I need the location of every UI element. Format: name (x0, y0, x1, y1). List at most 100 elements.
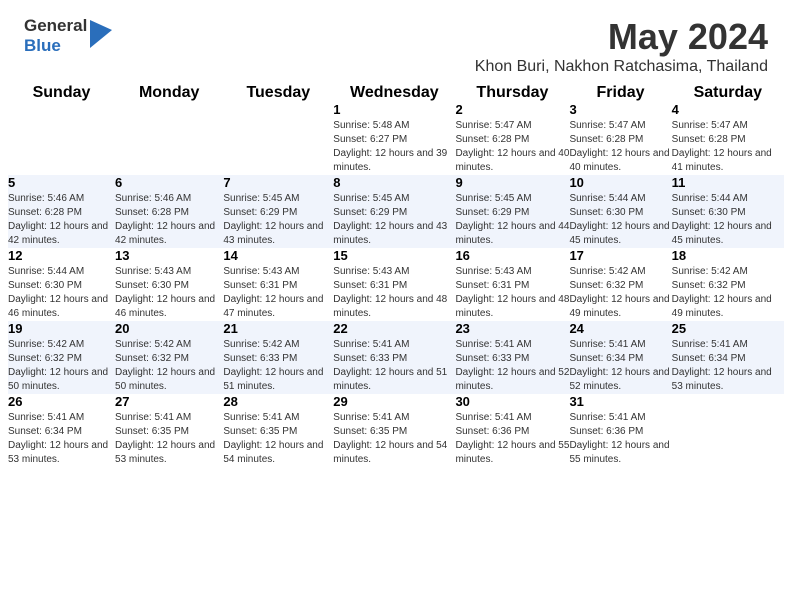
calendar-day-cell: 16 Sunrise: 5:43 AM Sunset: 6:31 PM Dayli… (455, 248, 569, 321)
day-number: 10 (569, 175, 671, 190)
col-monday: Monday (115, 84, 223, 102)
calendar-day-cell: 19 Sunrise: 5:42 AM Sunset: 6:32 PM Dayli… (8, 321, 115, 394)
calendar-day-cell: 13Sunrise: 5:43 AM Sunset: 6:30 PM Dayli… (115, 248, 223, 321)
calendar-day-cell: 1 Sunrise: 5:48 AM Sunset: 6:27 PM Daylig… (333, 102, 455, 175)
calendar-day-cell: 17 Sunrise: 5:42 AM Sunset: 6:32 PM Dayli… (569, 248, 671, 321)
day-info: Sunrise: 5:47 AM Sunset: 6:28 PM Dayligh… (455, 119, 569, 175)
day-info: Sunrise: 5:41 AM Sunset: 6:33 PM Dayligh… (333, 338, 455, 394)
day-info: Sunrise: 5:41 AM Sunset: 6:35 PM Dayligh… (333, 411, 455, 467)
day-info: Sunrise: 5:45 AM Sunset: 6:29 PM Dayligh… (223, 192, 333, 248)
calendar-day-cell (672, 394, 784, 467)
day-number: 3 (569, 102, 671, 117)
calendar-week-row: 19Sunrise: 5:42 AM Sunset: 6:32 PM Dayli… (8, 321, 784, 394)
calendar-week-row: 5Sunrise: 5:46 AM Sunset: 6:28 PM Daylig… (8, 175, 784, 248)
col-saturday: Saturday (672, 84, 784, 102)
calendar-week-row: 1 Sunrise: 5:48 AM Sunset: 6:27 PM Daylig… (8, 102, 784, 175)
calendar-table: Sunday Monday Tuesday Wednesday Thursday… (8, 84, 784, 467)
day-number: 1 (333, 102, 455, 117)
day-info: Sunrise: 5:48 AM Sunset: 6:27 PM Dayligh… (333, 119, 455, 175)
calendar-day-cell (223, 102, 333, 175)
day-info: Sunrise: 5:43 AM Sunset: 6:31 PM Dayligh… (455, 265, 569, 321)
day-number: 9 (455, 175, 569, 190)
day-number: 19 (8, 321, 115, 336)
day-info: Sunrise: 5:42 AM Sunset: 6:32 PM Dayligh… (8, 338, 115, 394)
day-info: Sunrise: 5:41 AM Sunset: 6:34 PM Dayligh… (569, 338, 671, 394)
day-number: 28 (223, 394, 333, 409)
calendar-day-cell: 21 Sunrise: 5:42 AM Sunset: 6:33 PM Dayli… (223, 321, 333, 394)
page-header: General Blue May 2024 Khon Buri, Nakhon … (0, 0, 792, 84)
calendar-day-cell: 27Sunrise: 5:41 AM Sunset: 6:35 PM Dayli… (115, 394, 223, 467)
calendar-wrapper: Sunday Monday Tuesday Wednesday Thursday… (0, 84, 792, 475)
day-info: Sunrise: 5:46 AM Sunset: 6:28 PM Dayligh… (8, 192, 115, 248)
calendar-day-cell: 11 Sunrise: 5:44 AM Sunset: 6:30 PM Dayli… (672, 175, 784, 248)
day-number: 25 (672, 321, 784, 336)
day-number: 16 (455, 248, 569, 263)
day-number: 2 (455, 102, 569, 117)
day-number: 22 (333, 321, 455, 336)
calendar-day-cell: 12 Sunrise: 5:44 AM Sunset: 6:30 PM Dayli… (8, 248, 115, 321)
calendar-day-cell: 2 Sunrise: 5:47 AM Sunset: 6:28 PM Daylig… (455, 102, 569, 175)
day-number: 18 (672, 248, 784, 263)
title-section: May 2024 Khon Buri, Nakhon Ratchasima, T… (475, 16, 768, 76)
day-number: 12 (8, 248, 115, 263)
location: Khon Buri, Nakhon Ratchasima, Thailand (475, 58, 768, 76)
day-number: 26 (8, 394, 115, 409)
calendar-day-cell: 7 Sunrise: 5:45 AM Sunset: 6:29 PM Daylig… (223, 175, 333, 248)
calendar-header-row: Sunday Monday Tuesday Wednesday Thursday… (8, 84, 784, 102)
day-info: Sunrise: 5:46 AM Sunset: 6:28 PM Dayligh… (115, 192, 223, 248)
logo-blue: Blue (24, 36, 87, 56)
calendar-day-cell: 26Sunrise: 5:41 AM Sunset: 6:34 PM Dayli… (8, 394, 115, 467)
calendar-day-cell: 6 Sunrise: 5:46 AM Sunset: 6:28 PM Daylig… (115, 175, 223, 248)
day-number: 24 (569, 321, 671, 336)
day-info: Sunrise: 5:42 AM Sunset: 6:33 PM Dayligh… (223, 338, 333, 394)
calendar-day-cell: 9 Sunrise: 5:45 AM Sunset: 6:29 PM Daylig… (455, 175, 569, 248)
day-info: Sunrise: 5:43 AM Sunset: 6:30 PM Dayligh… (115, 265, 223, 321)
day-info: Sunrise: 5:43 AM Sunset: 6:31 PM Dayligh… (223, 265, 333, 321)
logo: General Blue (24, 16, 112, 57)
calendar-day-cell: 25Sunrise: 5:41 AM Sunset: 6:34 PM Dayli… (672, 321, 784, 394)
calendar-day-cell: 15Sunrise: 5:43 AM Sunset: 6:31 PM Dayli… (333, 248, 455, 321)
calendar-day-cell (8, 102, 115, 175)
day-info: Sunrise: 5:44 AM Sunset: 6:30 PM Dayligh… (8, 265, 115, 321)
day-info: Sunrise: 5:41 AM Sunset: 6:35 PM Dayligh… (223, 411, 333, 467)
day-info: Sunrise: 5:42 AM Sunset: 6:32 PM Dayligh… (569, 265, 671, 321)
day-number: 21 (223, 321, 333, 336)
day-info: Sunrise: 5:44 AM Sunset: 6:30 PM Dayligh… (672, 192, 784, 248)
day-info: Sunrise: 5:45 AM Sunset: 6:29 PM Dayligh… (455, 192, 569, 248)
day-info: Sunrise: 5:41 AM Sunset: 6:36 PM Dayligh… (569, 411, 671, 467)
col-friday: Friday (569, 84, 671, 102)
day-number: 11 (672, 175, 784, 190)
calendar-day-cell: 22 Sunrise: 5:41 AM Sunset: 6:33 PM Dayli… (333, 321, 455, 394)
day-info: Sunrise: 5:47 AM Sunset: 6:28 PM Dayligh… (672, 119, 784, 175)
calendar-day-cell: 29 Sunrise: 5:41 AM Sunset: 6:35 PM Dayli… (333, 394, 455, 467)
calendar-day-cell: 8Sunrise: 5:45 AM Sunset: 6:29 PM Daylig… (333, 175, 455, 248)
calendar-day-cell: 20Sunrise: 5:42 AM Sunset: 6:32 PM Dayli… (115, 321, 223, 394)
day-number: 27 (115, 394, 223, 409)
day-number: 17 (569, 248, 671, 263)
day-info: Sunrise: 5:41 AM Sunset: 6:33 PM Dayligh… (455, 338, 569, 394)
calendar-day-cell: 24 Sunrise: 5:41 AM Sunset: 6:34 PM Dayli… (569, 321, 671, 394)
day-number: 30 (455, 394, 569, 409)
day-info: Sunrise: 5:43 AM Sunset: 6:31 PM Dayligh… (333, 265, 455, 321)
day-number: 6 (115, 175, 223, 190)
month-year: May 2024 (475, 16, 768, 58)
day-number: 7 (223, 175, 333, 190)
day-info: Sunrise: 5:42 AM Sunset: 6:32 PM Dayligh… (115, 338, 223, 394)
calendar-day-cell: 23Sunrise: 5:41 AM Sunset: 6:33 PM Dayli… (455, 321, 569, 394)
calendar-day-cell: 30 Sunrise: 5:41 AM Sunset: 6:36 PM Dayli… (455, 394, 569, 467)
day-number: 29 (333, 394, 455, 409)
day-number: 8 (333, 175, 455, 190)
calendar-day-cell: 28 Sunrise: 5:41 AM Sunset: 6:35 PM Dayli… (223, 394, 333, 467)
col-sunday: Sunday (8, 84, 115, 102)
day-info: Sunrise: 5:47 AM Sunset: 6:28 PM Dayligh… (569, 119, 671, 175)
calendar-day-cell: 14 Sunrise: 5:43 AM Sunset: 6:31 PM Dayli… (223, 248, 333, 321)
day-number: 14 (223, 248, 333, 263)
col-wednesday: Wednesday (333, 84, 455, 102)
day-info: Sunrise: 5:41 AM Sunset: 6:36 PM Dayligh… (455, 411, 569, 467)
calendar-day-cell: 5Sunrise: 5:46 AM Sunset: 6:28 PM Daylig… (8, 175, 115, 248)
calendar-day-cell: 4 Sunrise: 5:47 AM Sunset: 6:28 PM Daylig… (672, 102, 784, 175)
col-tuesday: Tuesday (223, 84, 333, 102)
calendar-day-cell: 31Sunrise: 5:41 AM Sunset: 6:36 PM Dayli… (569, 394, 671, 467)
day-number: 4 (672, 102, 784, 117)
calendar-day-cell: 10Sunrise: 5:44 AM Sunset: 6:30 PM Dayli… (569, 175, 671, 248)
